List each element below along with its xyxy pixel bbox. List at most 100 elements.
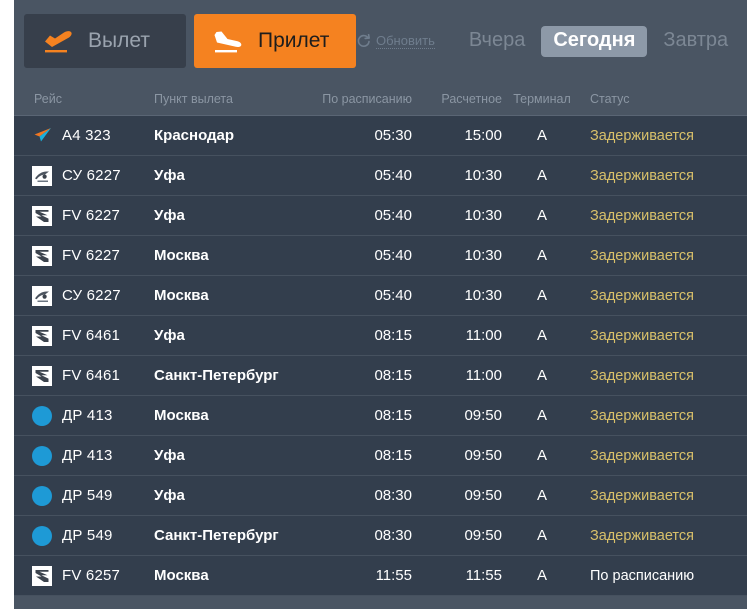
- terminal-cell: A: [536, 567, 547, 584]
- table-row[interactable]: ДР 413 Москва 08:15 09:50 A Задерживается: [14, 396, 747, 436]
- day-today-button[interactable]: Сегодня: [541, 26, 648, 57]
- destination-cell: Уфа: [154, 207, 185, 224]
- scheduled-time-cell: 08:15: [374, 447, 412, 464]
- table-row[interactable]: FV 6227 Уфа 05:40 10:30 A Задерживается: [14, 196, 747, 236]
- status-badge: Задерживается: [590, 247, 694, 264]
- scheduled-time-cell: 05:40: [374, 207, 412, 224]
- scheduled-time-cell: 05:40: [374, 167, 412, 184]
- terminal-cell: A: [536, 527, 547, 544]
- flight-board: Вылет Прилет Обновить Вчера Сегодня Завт…: [14, 0, 747, 609]
- flight-cell: FV 6461: [32, 325, 154, 346]
- destination-cell: Уфа: [154, 487, 185, 504]
- scheduled-time-cell: 08:15: [374, 407, 412, 424]
- terminal-cell: A: [536, 167, 547, 184]
- column-header-status: Статус: [590, 91, 630, 106]
- table-row[interactable]: FV 6461 Уфа 08:15 11:00 A Задерживается: [14, 316, 747, 356]
- scheduled-time-cell: 08:30: [374, 527, 412, 544]
- refresh-button[interactable]: Обновить: [356, 32, 435, 50]
- table-row[interactable]: ДР 413 Уфа 08:15 09:50 A Задерживается: [14, 436, 747, 476]
- day-tomorrow-button[interactable]: Завтра: [651, 26, 740, 57]
- tab-departures[interactable]: Вылет: [24, 14, 186, 68]
- status-badge: Задерживается: [590, 407, 694, 424]
- table-row[interactable]: ДР 549 Уфа 08:30 09:50 A Задерживается: [14, 476, 747, 516]
- day-yesterday-button[interactable]: Вчера: [457, 26, 537, 57]
- terminal-cell: A: [536, 287, 547, 304]
- scheduled-time-cell: 05:40: [374, 247, 412, 264]
- destination-cell: Уфа: [154, 167, 185, 184]
- flight-cell: A4 323: [32, 126, 154, 146]
- status-badge: Задерживается: [590, 207, 694, 224]
- flight-number: СУ 6227: [62, 167, 121, 184]
- flight-cell: СУ 6227: [32, 165, 154, 186]
- scheduled-time-cell: 05:30: [374, 127, 412, 144]
- table-row[interactable]: FV 6227 Москва 05:40 10:30 A Задерживается: [14, 236, 747, 276]
- rossiya-logo-icon: [32, 245, 52, 266]
- estimated-time-cell: 10:30: [464, 247, 502, 264]
- scheduled-time-cell: 08:15: [374, 327, 412, 344]
- destination-cell: Москва: [154, 407, 209, 424]
- pobeda-logo-icon: [32, 525, 52, 546]
- flight-cell: FV 6461: [32, 365, 154, 386]
- table-row[interactable]: A4 323 Краснодар 05:30 15:00 A Задерживается: [14, 116, 747, 156]
- estimated-time-cell: 10:30: [464, 207, 502, 224]
- estimated-time-cell: 09:50: [464, 407, 502, 424]
- flight-number: FV 6461: [62, 327, 121, 344]
- table-row[interactable]: СУ 6227 Уфа 05:40 10:30 A Задерживается: [14, 156, 747, 196]
- flight-number: ДР 413: [62, 447, 113, 464]
- status-badge: Задерживается: [590, 527, 694, 544]
- flight-cell: ДР 413: [32, 405, 154, 426]
- aeroflot-logo-icon: [32, 285, 52, 306]
- status-badge: Задерживается: [590, 167, 694, 184]
- destination-cell: Уфа: [154, 327, 185, 344]
- destination-cell: Москва: [154, 247, 209, 264]
- estimated-time-cell: 11:55: [465, 567, 502, 584]
- status-badge: Задерживается: [590, 287, 694, 304]
- toolbar: Вылет Прилет Обновить Вчера Сегодня Завт…: [14, 0, 747, 82]
- table-row[interactable]: FV 6257 Москва 11:55 11:55 A По расписанию: [14, 556, 747, 596]
- destination-cell: Санкт-Петербург: [154, 367, 279, 384]
- table-row[interactable]: FV 6461 Санкт-Петербург 08:15 11:00 A Задержи…: [14, 356, 747, 396]
- table-row[interactable]: ДР 549 Санкт-Петербург 08:30 09:50 A Задержив…: [14, 516, 747, 556]
- flight-cell: ДР 413: [32, 445, 154, 466]
- status-badge: По расписанию: [590, 567, 695, 584]
- estimated-time-cell: 10:30: [464, 287, 502, 304]
- refresh-label: Обновить: [376, 32, 435, 50]
- column-header-estimated: Расчетное: [441, 91, 502, 106]
- status-badge: Задерживается: [590, 327, 694, 344]
- flights-table: Рейс Пункт вылета По расписанию Расчетно…: [14, 82, 747, 596]
- estimated-time-cell: 11:00: [465, 367, 502, 384]
- status-badge: Задерживается: [590, 487, 694, 504]
- tab-arrivals[interactable]: Прилет: [194, 14, 356, 68]
- flight-number: СУ 6227: [62, 287, 121, 304]
- flight-cell: ДР 549: [32, 525, 154, 546]
- plane-landing-icon: [212, 26, 246, 56]
- terminal-cell: A: [536, 407, 547, 424]
- table-header-row: Рейс Пункт вылета По расписанию Расчетно…: [14, 82, 747, 116]
- pobeda-logo-icon: [32, 485, 52, 506]
- destination-cell: Уфа: [154, 447, 185, 464]
- table-row[interactable]: СУ 6227 Москва 05:40 10:30 A Задерживается: [14, 276, 747, 316]
- flight-number: ДР 549: [62, 487, 113, 504]
- rossiya-logo-icon: [32, 565, 52, 586]
- status-badge: Задерживается: [590, 367, 694, 384]
- flight-cell: ДР 549: [32, 485, 154, 506]
- destination-cell: Краснодар: [154, 127, 235, 144]
- flight-number: ДР 413: [62, 407, 113, 424]
- table-body: A4 323 Краснодар 05:30 15:00 A Задерживается С…: [14, 116, 747, 596]
- scheduled-time-cell: 05:40: [374, 287, 412, 304]
- estimated-time-cell: 09:50: [464, 447, 502, 464]
- terminal-cell: A: [536, 207, 547, 224]
- flight-number: ДР 549: [62, 527, 113, 544]
- flight-cell: FV 6227: [32, 245, 154, 266]
- plane-takeoff-icon: [42, 26, 76, 56]
- flight-cell: FV 6257: [32, 565, 154, 586]
- column-header-terminal: Терминал: [513, 91, 571, 106]
- rossiya-logo-icon: [32, 325, 52, 346]
- estimated-time-cell: 15:00: [464, 127, 502, 144]
- status-badge: Задерживается: [590, 127, 694, 144]
- aeroflot-logo-icon: [32, 165, 52, 186]
- flight-cell: FV 6227: [32, 205, 154, 226]
- estimated-time-cell: 11:00: [465, 327, 502, 344]
- flight-number: A4 323: [62, 127, 111, 144]
- destination-cell: Санкт-Петербург: [154, 527, 279, 544]
